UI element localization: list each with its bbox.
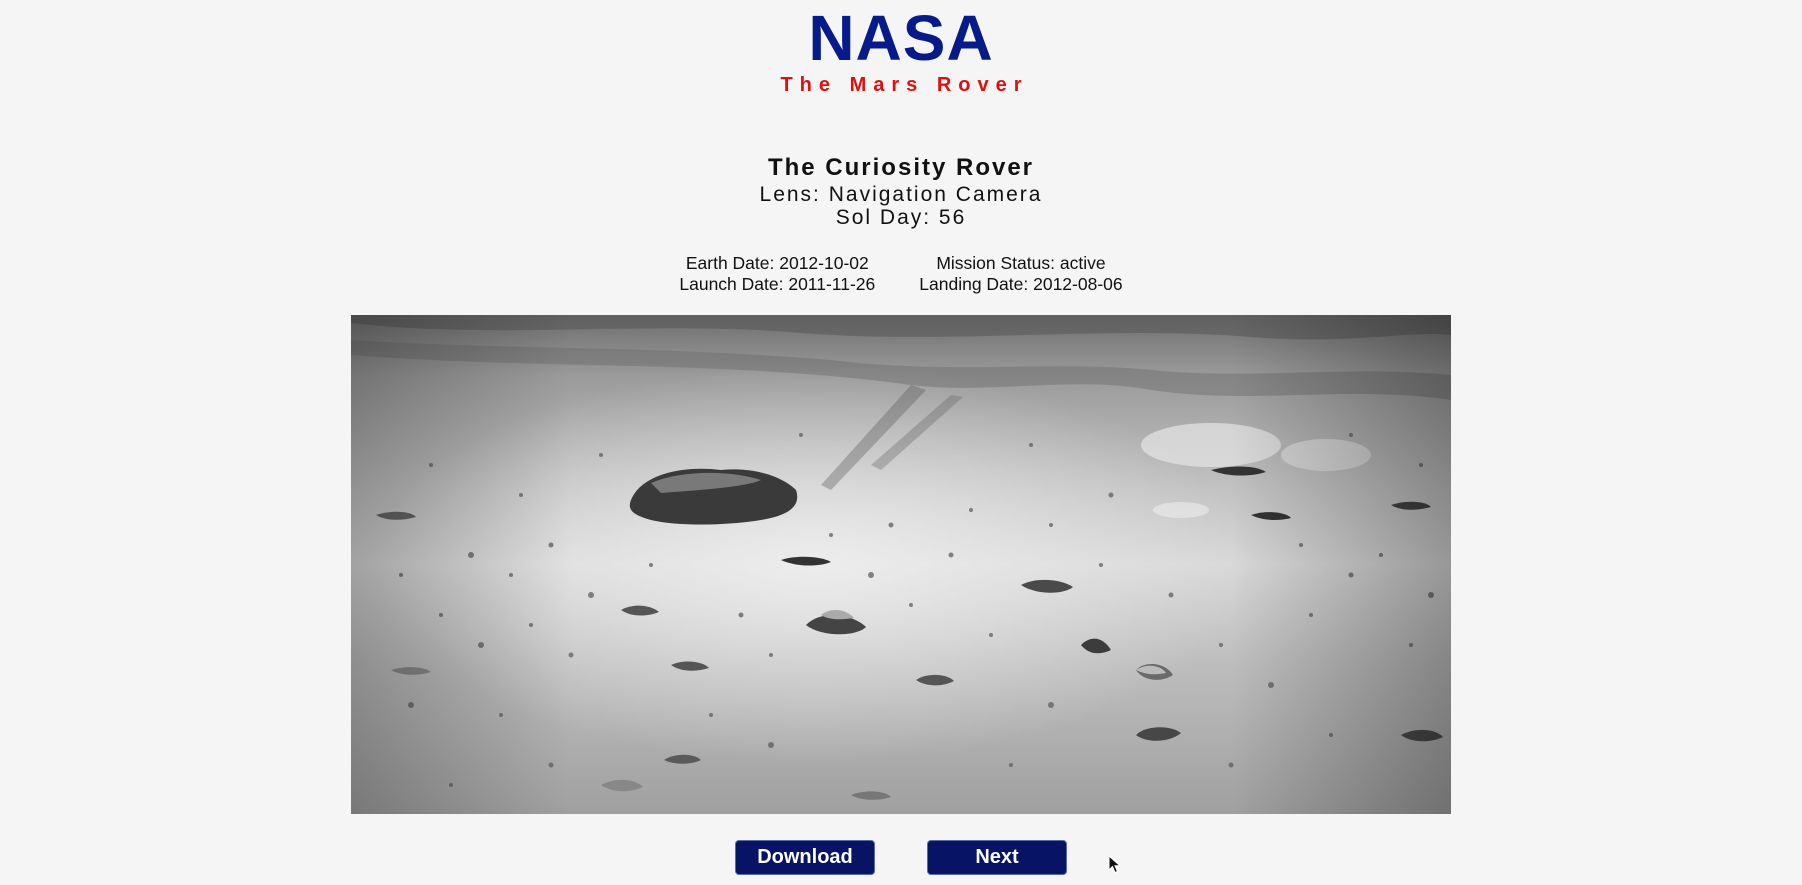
- page: NASA The Mars Rover The Curiosity Rover …: [0, 0, 1802, 885]
- next-button[interactable]: Next: [927, 840, 1067, 875]
- rover-photo: [351, 315, 1451, 814]
- meta-dates-column: Earth Date: 2012-10-02 Launch Date: 2011…: [679, 253, 875, 295]
- rover-name: The Curiosity Rover: [767, 154, 1035, 181]
- earth-date: Earth Date: 2012-10-02: [685, 253, 869, 273]
- camera-lens: Lens: Navigation Camera: [759, 183, 1043, 206]
- site-subtitle: The Mars Rover: [780, 74, 1029, 96]
- mouse-pointer-icon: [1108, 854, 1122, 880]
- launch-date: Launch Date: 2011-11-26: [679, 274, 876, 294]
- site-title: NASA: [808, 2, 994, 74]
- mission-meta: Earth Date: 2012-10-02 Launch Date: 2011…: [0, 253, 1802, 295]
- mission-status: Mission Status: active: [936, 253, 1106, 273]
- brand-header: NASA The Mars Rover: [0, 0, 1802, 97]
- rover-info: The Curiosity Rover Lens: Navigation Cam…: [0, 153, 1802, 229]
- meta-status-column: Mission Status: active Landing Date: 201…: [919, 253, 1122, 295]
- download-button[interactable]: Download: [735, 840, 875, 875]
- sol-day: Sol Day: 56: [835, 206, 967, 229]
- landing-date: Landing Date: 2012-08-06: [919, 274, 1123, 294]
- mars-terrain-image: [351, 315, 1451, 814]
